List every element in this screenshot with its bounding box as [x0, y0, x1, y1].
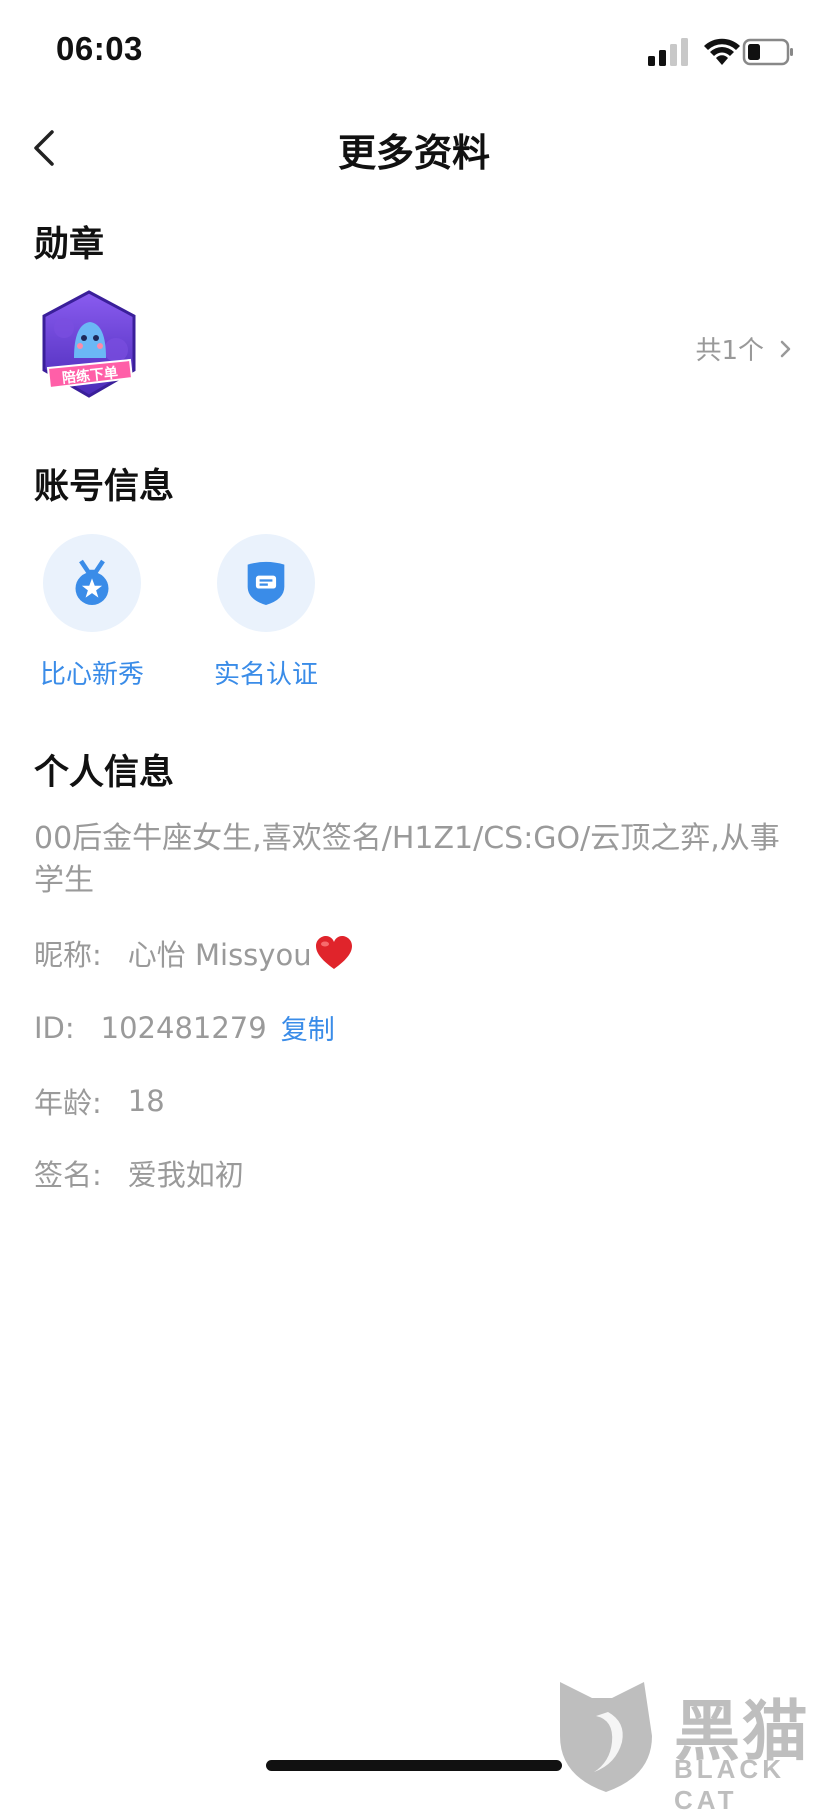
bio-text: 00后金牛座女生,喜欢签名/H1Z1/CS:GO/云顶之弈,从事学生 — [34, 821, 780, 898]
signature-value: 爱我如初 — [127, 1158, 244, 1192]
badges-section-title: 勋章 — [34, 225, 105, 265]
star-medal-icon — [75, 559, 109, 605]
medal-badge-icon[interactable]: 陪练下单 — [34, 288, 144, 406]
heart-icon — [315, 936, 352, 969]
signature-label: 签名: — [34, 1158, 102, 1192]
id-row: ID: 102481279 复制 — [34, 1008, 335, 1047]
badges-row[interactable]: 陪练下单 共1个 — [0, 288, 828, 410]
status-icons — [648, 38, 793, 66]
watermark: 黑猫 BLACK CAT — [556, 1676, 828, 1815]
account-item-verified[interactable]: 实名认证 — [196, 534, 336, 691]
black-cat-logo-icon — [560, 1682, 652, 1792]
age-row: 年龄: 18 — [34, 1080, 165, 1122]
nickname-value: 心怡 Missyou — [127, 938, 312, 972]
badge-count: 共1个 — [695, 336, 764, 366]
id-label: ID: — [34, 1010, 75, 1045]
signature-row: 签名: 爱我如初 — [34, 1152, 244, 1194]
account-item-label: 比心新秀 — [39, 660, 144, 690]
account-icon-circle — [217, 534, 315, 632]
account-item-label: 实名认证 — [213, 660, 318, 690]
battery-icon — [742, 38, 793, 66]
copy-id-button[interactable]: 复制 — [281, 1008, 335, 1047]
watermark-subtext: BLACK CAT — [674, 1754, 785, 1815]
nav-bar: 更多资料 — [0, 100, 828, 192]
id-value: 102481279 — [100, 1010, 267, 1045]
page-title: 更多资料 — [337, 131, 490, 175]
status-bar: 06:03 — [0, 0, 828, 100]
account-icon-circle — [43, 534, 141, 632]
nickname-label: 昵称: — [34, 938, 102, 972]
wifi-icon — [704, 38, 740, 65]
home-indicator[interactable] — [266, 1760, 562, 1771]
age-label: 年龄: — [34, 1086, 102, 1120]
cellular-signal-icon — [648, 38, 688, 66]
age-value: 18 — [127, 1084, 165, 1118]
account-info-section-title: 账号信息 — [34, 467, 175, 507]
personal-info-section-title: 个人信息 — [34, 753, 175, 793]
badge-count-link[interactable]: 共1个 — [695, 330, 794, 367]
status-time: 06:03 — [56, 30, 143, 67]
nickname-row: 昵称: 心怡 Missyou — [34, 932, 354, 974]
chevron-right-icon — [780, 340, 791, 357]
shield-id-icon — [247, 561, 285, 605]
account-item-newcomer[interactable]: 比心新秀 — [22, 534, 162, 691]
